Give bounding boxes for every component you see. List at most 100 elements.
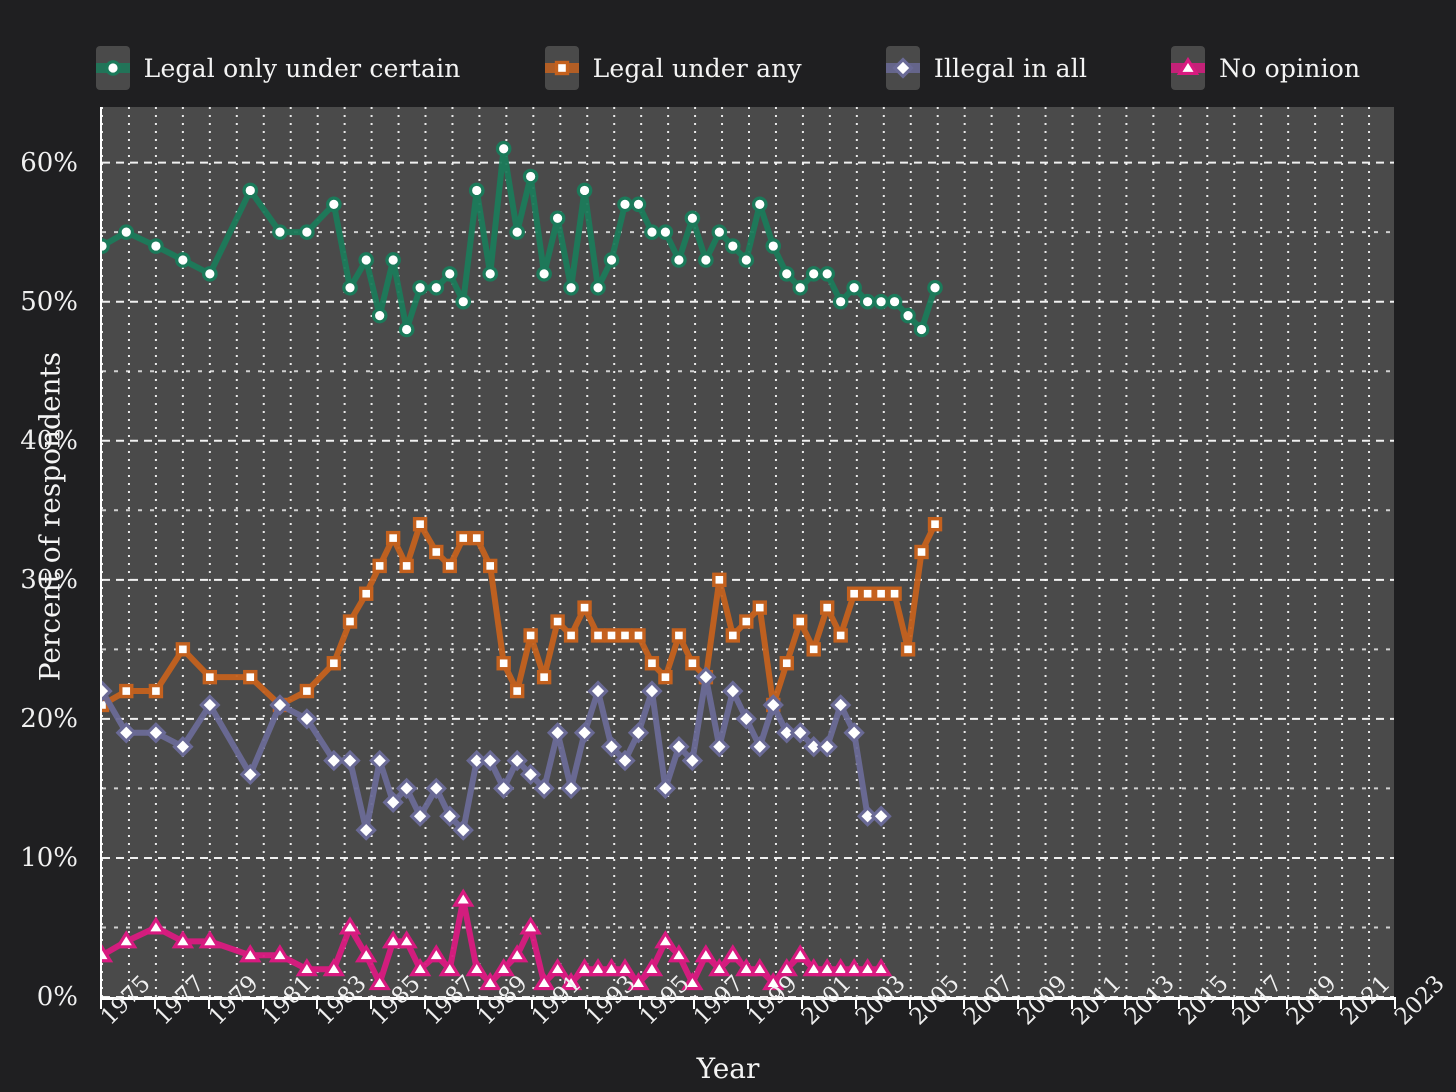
legend-label: Legal under any <box>592 53 802 83</box>
data-point-square <box>725 628 741 643</box>
data-point-circle <box>536 266 552 282</box>
data-point-circle <box>242 182 259 199</box>
x-axis-tick-labels: 1975 1977 1979 1981 1983 1985 1987 1989 1991 1993… <box>0 971 1456 1060</box>
data-point-square <box>846 586 862 601</box>
data-point-circle <box>549 210 566 227</box>
data-point-circle <box>509 224 525 240</box>
data-point-square <box>399 558 414 574</box>
y-tick-label: 30% <box>20 564 78 595</box>
x-tick-label: 2023 <box>1390 970 1450 1031</box>
data-point-square <box>372 558 387 574</box>
series-0 <box>102 140 943 338</box>
data-point-circle <box>175 252 191 268</box>
data-point-triangle <box>395 930 418 949</box>
data-point-square <box>806 642 821 657</box>
data-point-triangle <box>748 958 772 977</box>
data-point-square <box>175 642 191 657</box>
data-point-circle <box>671 252 687 268</box>
data-point-square <box>793 614 808 629</box>
data-point-square <box>644 656 660 671</box>
data-point-triangle <box>546 958 569 977</box>
data-point-square <box>617 628 633 643</box>
data-point-circle <box>832 293 849 310</box>
data-point-triangle <box>198 930 222 949</box>
data-point-triangle <box>144 916 168 935</box>
data-point-circle <box>371 307 388 324</box>
data-point-circle <box>698 252 714 268</box>
data-point-circle <box>778 266 795 282</box>
data-point-diamond <box>573 722 596 744</box>
data-point-triangle <box>869 958 893 977</box>
data-point-circle <box>385 252 401 268</box>
plot-wrapper <box>100 107 1394 997</box>
legend-marker-triangle-icon <box>1171 46 1206 90</box>
data-point-circle <box>765 238 782 254</box>
diamond-icon <box>892 57 914 79</box>
data-point-circle <box>441 266 458 282</box>
data-point-circle <box>202 266 218 282</box>
data-point-diamond <box>708 736 731 758</box>
data-point-circle <box>102 238 110 254</box>
legend-label: Illegal in all <box>933 53 1088 83</box>
data-point-square <box>631 628 646 643</box>
series-layer <box>102 140 943 991</box>
data-point-circle <box>859 293 876 310</box>
data-point-circle <box>148 238 164 254</box>
legend-item-1[interactable]: Legal under any <box>544 46 802 90</box>
data-point-diamond <box>102 680 113 702</box>
legend-marker-circle-icon <box>95 46 130 90</box>
y-axis-tick-labels: 0% 10% 20% 30% 40% 50% 60% <box>0 107 88 1012</box>
y-tick-label: 60% <box>20 147 78 178</box>
y-tick-label: 10% <box>20 842 78 873</box>
data-point-diamond <box>892 57 914 79</box>
data-point-square <box>658 669 673 685</box>
data-point-square <box>550 614 565 629</box>
data-point-circle <box>657 224 674 240</box>
data-point-circle <box>684 210 701 227</box>
data-point-circle <box>900 307 916 324</box>
data-point-diamond <box>355 819 377 841</box>
data-point-square <box>604 628 619 643</box>
data-point-square <box>243 669 258 685</box>
legend-item-0[interactable]: Legal only under certain <box>95 46 461 90</box>
legend-item-2[interactable]: Illegal in all <box>885 46 1088 90</box>
series-3 <box>102 888 893 991</box>
data-point-square <box>469 530 484 546</box>
data-point-square <box>483 558 498 574</box>
legend-item-3[interactable]: No opinion <box>1171 46 1360 90</box>
legend-label: No opinion <box>1219 53 1361 83</box>
data-point-square <box>456 530 471 546</box>
data-point-circle <box>725 238 741 254</box>
data-point-circle <box>819 266 835 282</box>
legend-marker-square-icon <box>544 46 579 90</box>
data-point-circle <box>792 279 809 296</box>
data-point-circle <box>428 279 445 296</box>
data-point-square <box>819 600 835 615</box>
data-point-square <box>685 656 700 671</box>
data-point-square <box>202 669 218 685</box>
data-point-circle <box>412 279 428 296</box>
data-point-circle <box>455 293 472 310</box>
chart-legend: Legal only under certain Legal under any I… <box>0 40 1456 96</box>
data-point-circle <box>913 321 930 338</box>
data-point-circle <box>711 224 728 240</box>
data-point-square <box>509 683 525 699</box>
data-point-triangle <box>465 958 488 977</box>
data-point-circle <box>358 252 374 268</box>
data-point-circle <box>603 252 620 268</box>
data-point-triangle <box>694 944 718 963</box>
data-point-circle <box>738 252 755 268</box>
data-point-circle <box>468 182 485 199</box>
data-point-circle <box>326 196 342 213</box>
data-point-square <box>119 683 134 699</box>
data-point-triangle <box>268 944 292 963</box>
data-point-circle <box>299 224 315 240</box>
data-point-triangle <box>322 958 346 977</box>
data-point-triangle <box>721 944 745 963</box>
square-icon <box>554 60 569 76</box>
data-point-square <box>779 656 794 671</box>
data-point-circle <box>342 279 358 296</box>
data-point-square <box>887 586 902 601</box>
data-point-square <box>358 586 374 601</box>
data-point-circle <box>398 321 415 338</box>
